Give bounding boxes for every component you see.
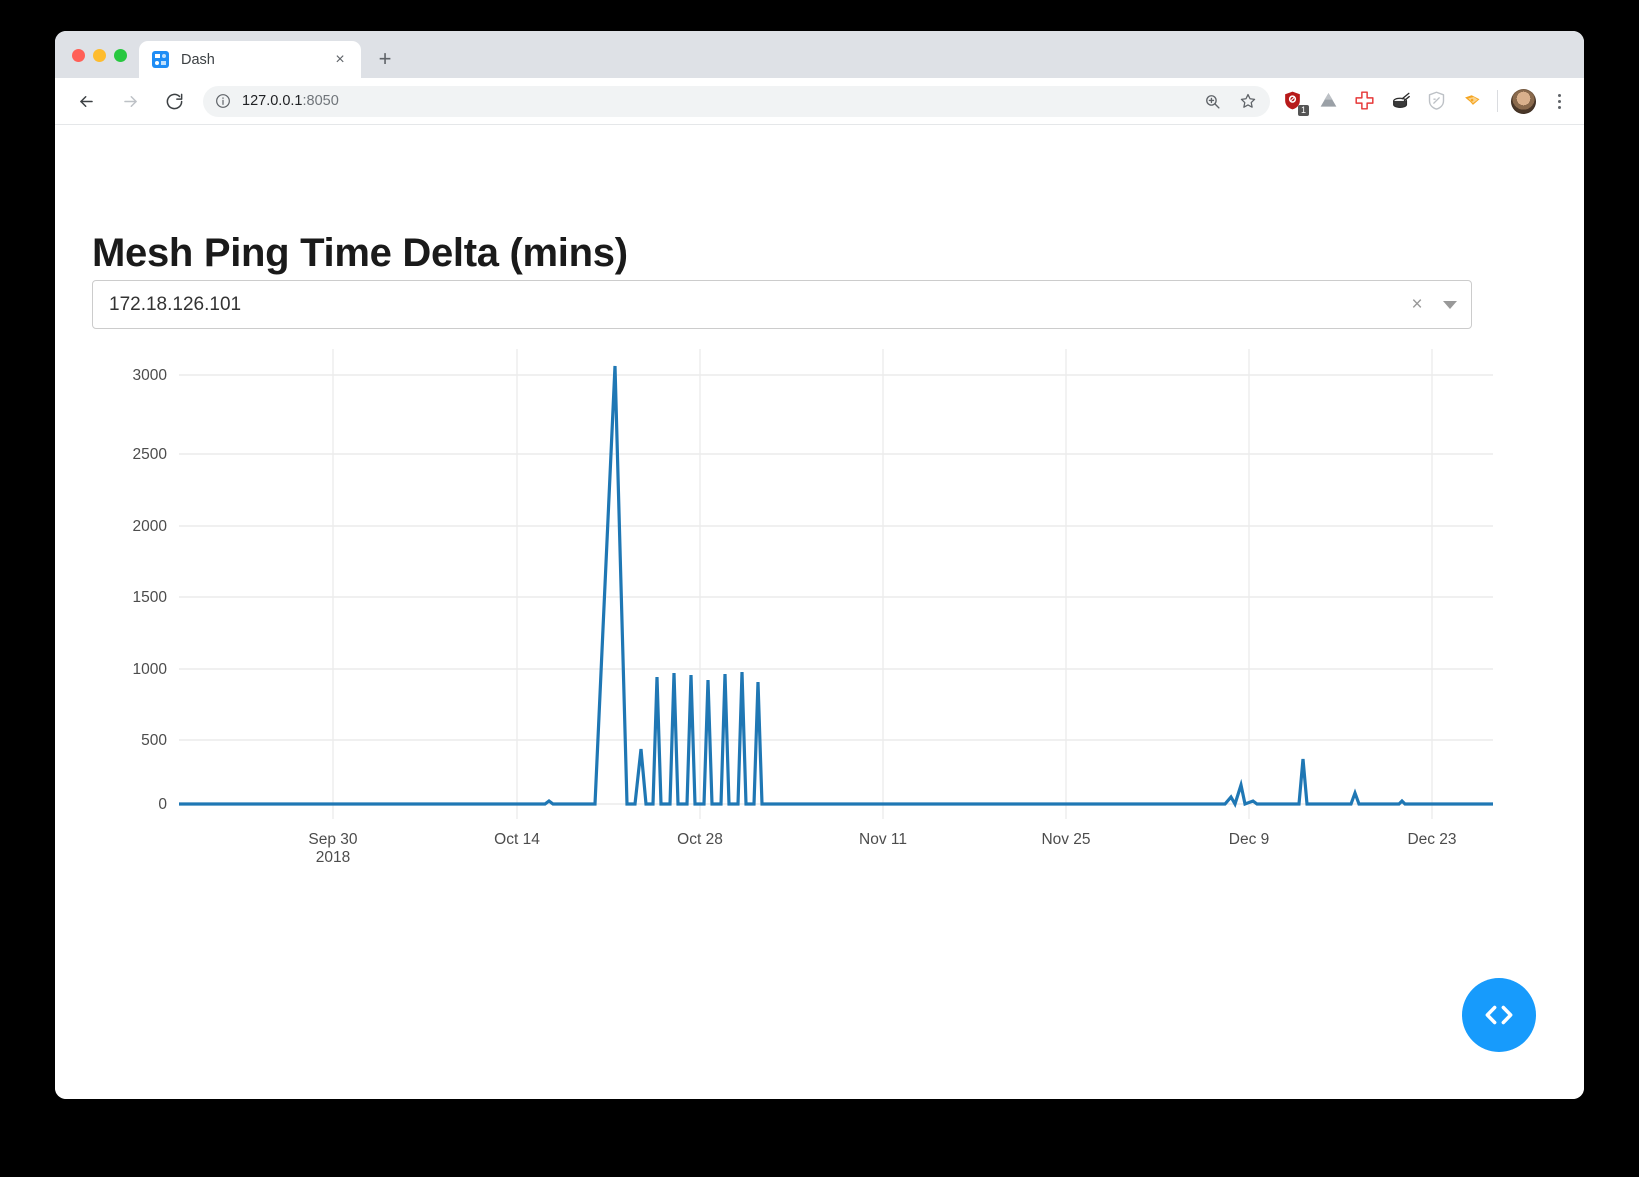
- extension-icons: 1: [1282, 90, 1484, 116]
- y-tick-0: 0: [158, 796, 167, 813]
- shield-extension-icon[interactable]: [1426, 90, 1448, 112]
- x-tick-nov-25: Nov 25: [1041, 831, 1090, 848]
- x-tick-oct-14: Oct 14: [494, 831, 540, 848]
- star-icon[interactable]: [1238, 91, 1258, 111]
- browser-window: Dash × + 127.0.0.1:8050 1 Mesh Ping Time…: [55, 31, 1584, 1099]
- dash-favicon: [152, 51, 169, 68]
- close-icon[interactable]: ×: [330, 50, 350, 70]
- clear-icon[interactable]: ×: [1409, 295, 1425, 314]
- window-close-button[interactable]: [72, 49, 85, 62]
- reload-icon[interactable]: [159, 86, 190, 117]
- drum-extension-icon[interactable]: [1390, 90, 1412, 112]
- x-tick-year-2018: 2018: [316, 849, 350, 866]
- zoom-search-icon[interactable]: [1202, 91, 1222, 111]
- tab-title: Dash: [181, 51, 215, 68]
- dev-tools-fab-button[interactable]: [1462, 978, 1536, 1052]
- toolbar-divider: [1497, 90, 1498, 112]
- y-tick-500: 500: [141, 732, 167, 749]
- google-drive-extension-icon[interactable]: [1318, 90, 1340, 112]
- back-arrow-icon[interactable]: [71, 86, 102, 117]
- ublock-origin-extension-icon[interactable]: 1: [1282, 90, 1309, 116]
- page-title: Mesh Ping Time Delta (mins): [92, 230, 628, 275]
- url-host: 127.0.0.1: [242, 93, 303, 109]
- x-tick-oct-28: Oct 28: [677, 831, 723, 848]
- ip-dropdown-selected-value: 172.18.126.101: [109, 293, 242, 315]
- ublock-badge-count: 1: [1298, 105, 1309, 116]
- chart-svg: 3000 2500 2000 1500 1000 500 0 Sep 30 20…: [133, 349, 1493, 866]
- omnibox-actions: [1202, 91, 1262, 111]
- window-minimize-button[interactable]: [93, 49, 106, 62]
- x-tick-dec-9: Dec 9: [1229, 831, 1270, 848]
- y-tick-3000: 3000: [133, 367, 168, 384]
- page-content: Mesh Ping Time Delta (mins) 172.18.126.1…: [55, 125, 1584, 1099]
- y-tick-2000: 2000: [133, 518, 168, 535]
- window-maximize-button[interactable]: [114, 49, 127, 62]
- code-brackets-icon: [1485, 1005, 1513, 1025]
- ping-delta-line-chart[interactable]: 3000 2500 2000 1500 1000 500 0 Sep 30 20…: [75, 349, 1495, 869]
- info-circle-icon[interactable]: [215, 93, 231, 109]
- y-gridlines: [179, 374, 1493, 805]
- browser-toolbar: 127.0.0.1:8050 1: [55, 78, 1584, 125]
- url-port: :8050: [302, 93, 339, 109]
- series-172-18-126-101: [179, 365, 1493, 808]
- avatar[interactable]: [1511, 88, 1536, 114]
- y-tick-2500: 2500: [133, 446, 168, 463]
- new-tab-icon[interactable]: +: [370, 44, 400, 74]
- url-text: 127.0.0.1:8050: [242, 93, 339, 109]
- ip-address-dropdown[interactable]: 172.18.126.101 ×: [92, 280, 1472, 329]
- browser-tab-dash[interactable]: Dash ×: [139, 41, 361, 78]
- forward-arrow-icon[interactable]: [115, 86, 146, 117]
- tab-strip: Dash × +: [55, 31, 1584, 78]
- x-gridlines: [332, 349, 1433, 819]
- address-bar[interactable]: 127.0.0.1:8050: [203, 85, 1270, 117]
- orange-star-extension-icon[interactable]: [1462, 90, 1484, 112]
- x-tick-dec-23: Dec 23: [1407, 831, 1456, 848]
- y-axis-tick-labels: 3000 2500 2000 1500 1000 500 0: [133, 367, 168, 813]
- x-tick-nov-11: Nov 11: [859, 831, 907, 848]
- chevron-down-icon[interactable]: [1443, 300, 1457, 309]
- x-axis-tick-labels: Sep 30 2018 Oct 14 Oct 28 Nov 11 Nov 25 …: [308, 831, 1456, 866]
- x-tick-sep-30: Sep 30: [308, 831, 358, 848]
- y-tick-1000: 1000: [133, 661, 168, 678]
- y-tick-1500: 1500: [133, 589, 168, 606]
- browser-menu-icon[interactable]: [1548, 88, 1570, 114]
- window-controls: [55, 49, 139, 78]
- red-cross-extension-icon[interactable]: [1354, 90, 1376, 112]
